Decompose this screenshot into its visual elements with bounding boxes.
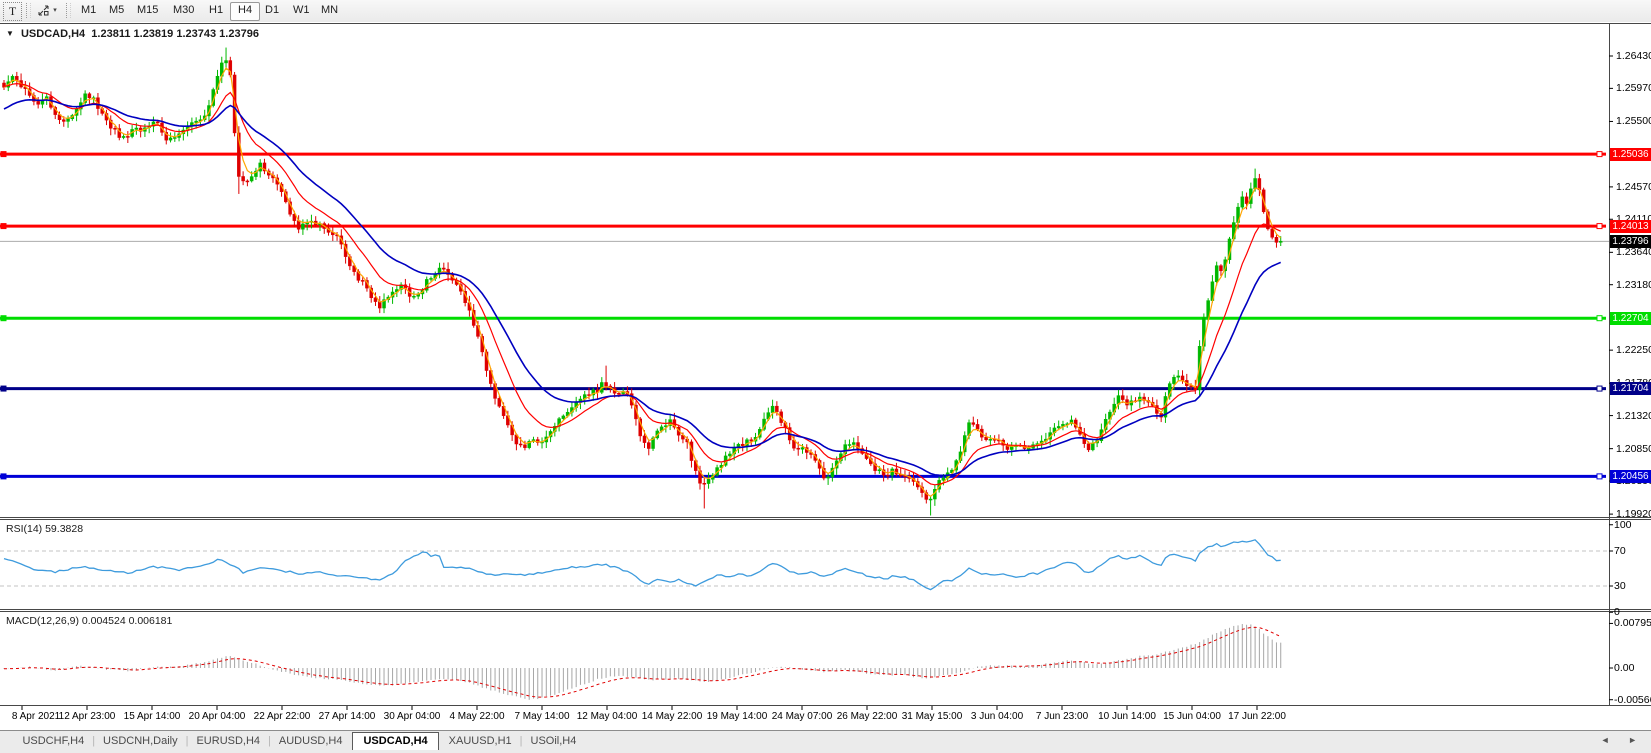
price-axis-tick: 1.22250 <box>1616 344 1651 356</box>
date-axis-label: 24 May 07:00 <box>766 711 838 722</box>
price-axis-tick: 1.20850 <box>1616 443 1651 455</box>
tab-usoil-h4[interactable]: USOil,H4 <box>521 733 587 750</box>
level-price-badge: 1.21704 <box>1610 382 1651 395</box>
ohlc-open: 1.23811 <box>91 28 130 40</box>
rsi-axis-tick: 70 <box>1614 545 1626 557</box>
cursor-tools-button[interactable]: ▾ <box>32 2 62 19</box>
date-axis-label: 31 May 15:00 <box>896 711 968 722</box>
date-axis-label: 22 Apr 22:00 <box>246 711 318 722</box>
level-price-badge: 1.20456 <box>1610 470 1651 483</box>
ohlc-high: 1.23819 <box>134 28 174 40</box>
timeframe-button-w1[interactable]: W1 <box>286 2 317 19</box>
ohlc-close: 1.23796 <box>219 28 259 40</box>
tab-usdcad-h4[interactable]: USDCAD,H4 <box>352 732 438 750</box>
price-axis-tick: 1.26430 <box>1616 50 1651 62</box>
rsi-axis-tick: 100 <box>1614 519 1632 531</box>
date-axis-label: 14 May 22:00 <box>636 711 708 722</box>
date-axis-label: 3 Jun 04:00 <box>961 711 1033 722</box>
timeframe-button-m15[interactable]: M15 <box>130 2 165 19</box>
level-handle <box>1597 224 1602 229</box>
price-axis-tick: 1.21320 <box>1616 410 1651 422</box>
tab-xauusd-h1[interactable]: XAUUSD,H1 <box>439 733 522 750</box>
rsi-indicator-label: RSI(14) 59.3828 <box>6 523 83 535</box>
level-handle <box>1597 316 1602 321</box>
chevron-down-icon: ▾ <box>53 7 57 14</box>
date-axis-label: 15 Apr 14:00 <box>116 711 188 722</box>
timeframe-button-d1[interactable]: D1 <box>258 2 286 19</box>
rsi-line <box>4 540 1281 590</box>
tab-scroll-controls: ◄ ► <box>1601 735 1645 745</box>
tab-eurusd-h4[interactable]: EURUSD,H4 <box>186 733 270 750</box>
price-axis-tick: 1.23640 <box>1616 246 1651 258</box>
timeframe-button-h4[interactable]: H4 <box>230 2 260 21</box>
level-handle <box>1597 474 1602 479</box>
tab-scroll-right-icon[interactable]: ► <box>1628 735 1645 745</box>
timeframe-button-m30[interactable]: M30 <box>166 2 201 19</box>
date-axis-label: 7 May 14:00 <box>506 711 578 722</box>
date-axis-label: 27 Apr 14:00 <box>311 711 383 722</box>
level-price-badge: 1.25036 <box>1610 148 1651 161</box>
tab-usdchf-h4[interactable]: USDCHF,H4 <box>12 733 94 750</box>
level-handle <box>1597 152 1602 157</box>
date-axis-label: 17 Jun 22:00 <box>1221 711 1293 722</box>
diagonal-arrows-icon <box>37 4 53 16</box>
toolbar-grip[interactable] <box>26 3 31 18</box>
chart-symbol-label: USDCAD,H4 <box>21 28 85 40</box>
level-handle <box>1 224 6 229</box>
timeframe-button-m1[interactable]: M1 <box>74 2 103 19</box>
slow-ma <box>4 100 1281 476</box>
level-handle <box>1 386 6 391</box>
date-axis-label: 15 Jun 04:00 <box>1156 711 1228 722</box>
level-price-badge: 1.24013 <box>1610 220 1651 233</box>
ohlc-low: 1.23743 <box>176 28 216 40</box>
tab-usdcnh-daily[interactable]: USDCNH,Daily <box>93 733 188 750</box>
symbol-tab-bar: USDCHF,H4|USDCNH,Daily|EURUSD,H4|AUDUSD,… <box>0 730 1651 753</box>
terminal-window: T ▾ M1M5M15M30H1H4D1W1MN ▼ USDCAD,H4 1.2… <box>0 0 1651 753</box>
timeframe-button-m5[interactable]: M5 <box>102 2 131 19</box>
date-axis-label: 12 Apr 23:00 <box>51 711 123 722</box>
chart-canvas[interactable] <box>0 22 1651 730</box>
macd-axis-tick: -0.005663 <box>1614 694 1651 706</box>
tab-scroll-left-icon[interactable]: ◄ <box>1601 735 1618 745</box>
chart-region: ▼ USDCAD,H4 1.23811 1.23819 1.23743 1.23… <box>0 22 1651 730</box>
date-axis-label: 7 Jun 23:00 <box>1026 711 1098 722</box>
date-axis-label: 19 May 14:00 <box>701 711 773 722</box>
toolbar-grip[interactable] <box>66 3 71 18</box>
date-axis-label: 12 May 04:00 <box>571 711 643 722</box>
date-axis-label: 10 Jun 14:00 <box>1091 711 1163 722</box>
macd-axis-tick: 0.007959 <box>1614 617 1651 629</box>
level-handle <box>1 474 6 479</box>
current-price-badge: 1.23796 <box>1610 235 1651 248</box>
level-handle <box>1 152 6 157</box>
macd-indicator-label: MACD(12,26,9) 0.004524 0.006181 <box>6 615 172 627</box>
level-price-badge: 1.22704 <box>1610 312 1651 325</box>
chart-title: ▼ USDCAD,H4 1.23811 1.23819 1.23743 1.23… <box>6 28 259 40</box>
text-tool-button[interactable]: T <box>3 2 22 21</box>
price-axis-tick: 1.25970 <box>1616 82 1651 94</box>
date-axis-label: 20 Apr 04:00 <box>181 711 253 722</box>
timeframe-button-h1[interactable]: H1 <box>202 2 230 19</box>
price-axis-tick: 1.25500 <box>1616 115 1651 127</box>
date-axis-label: 4 May 22:00 <box>441 711 513 722</box>
price-axis-tick: 1.24570 <box>1616 181 1651 193</box>
rsi-axis-tick: 30 <box>1614 580 1626 592</box>
top-toolbar: T ▾ M1M5M15M30H1H4D1W1MN <box>0 0 1651 23</box>
price-axis-tick: 1.23180 <box>1616 279 1651 291</box>
tab-audusd-h4[interactable]: AUDUSD,H4 <box>269 733 353 750</box>
collapse-indicator-icon[interactable]: ▼ <box>6 29 14 38</box>
date-axis-label: 26 May 22:00 <box>831 711 903 722</box>
timeframe-button-mn[interactable]: MN <box>314 2 345 19</box>
level-handle <box>1597 386 1602 391</box>
medium-ma <box>4 84 1281 485</box>
macd-signal-line <box>4 627 1281 697</box>
fast-ma <box>4 68 1281 496</box>
date-axis-label: 30 Apr 04:00 <box>376 711 448 722</box>
level-handle <box>1 316 6 321</box>
macd-axis-tick: 0.00 <box>1614 662 1634 674</box>
